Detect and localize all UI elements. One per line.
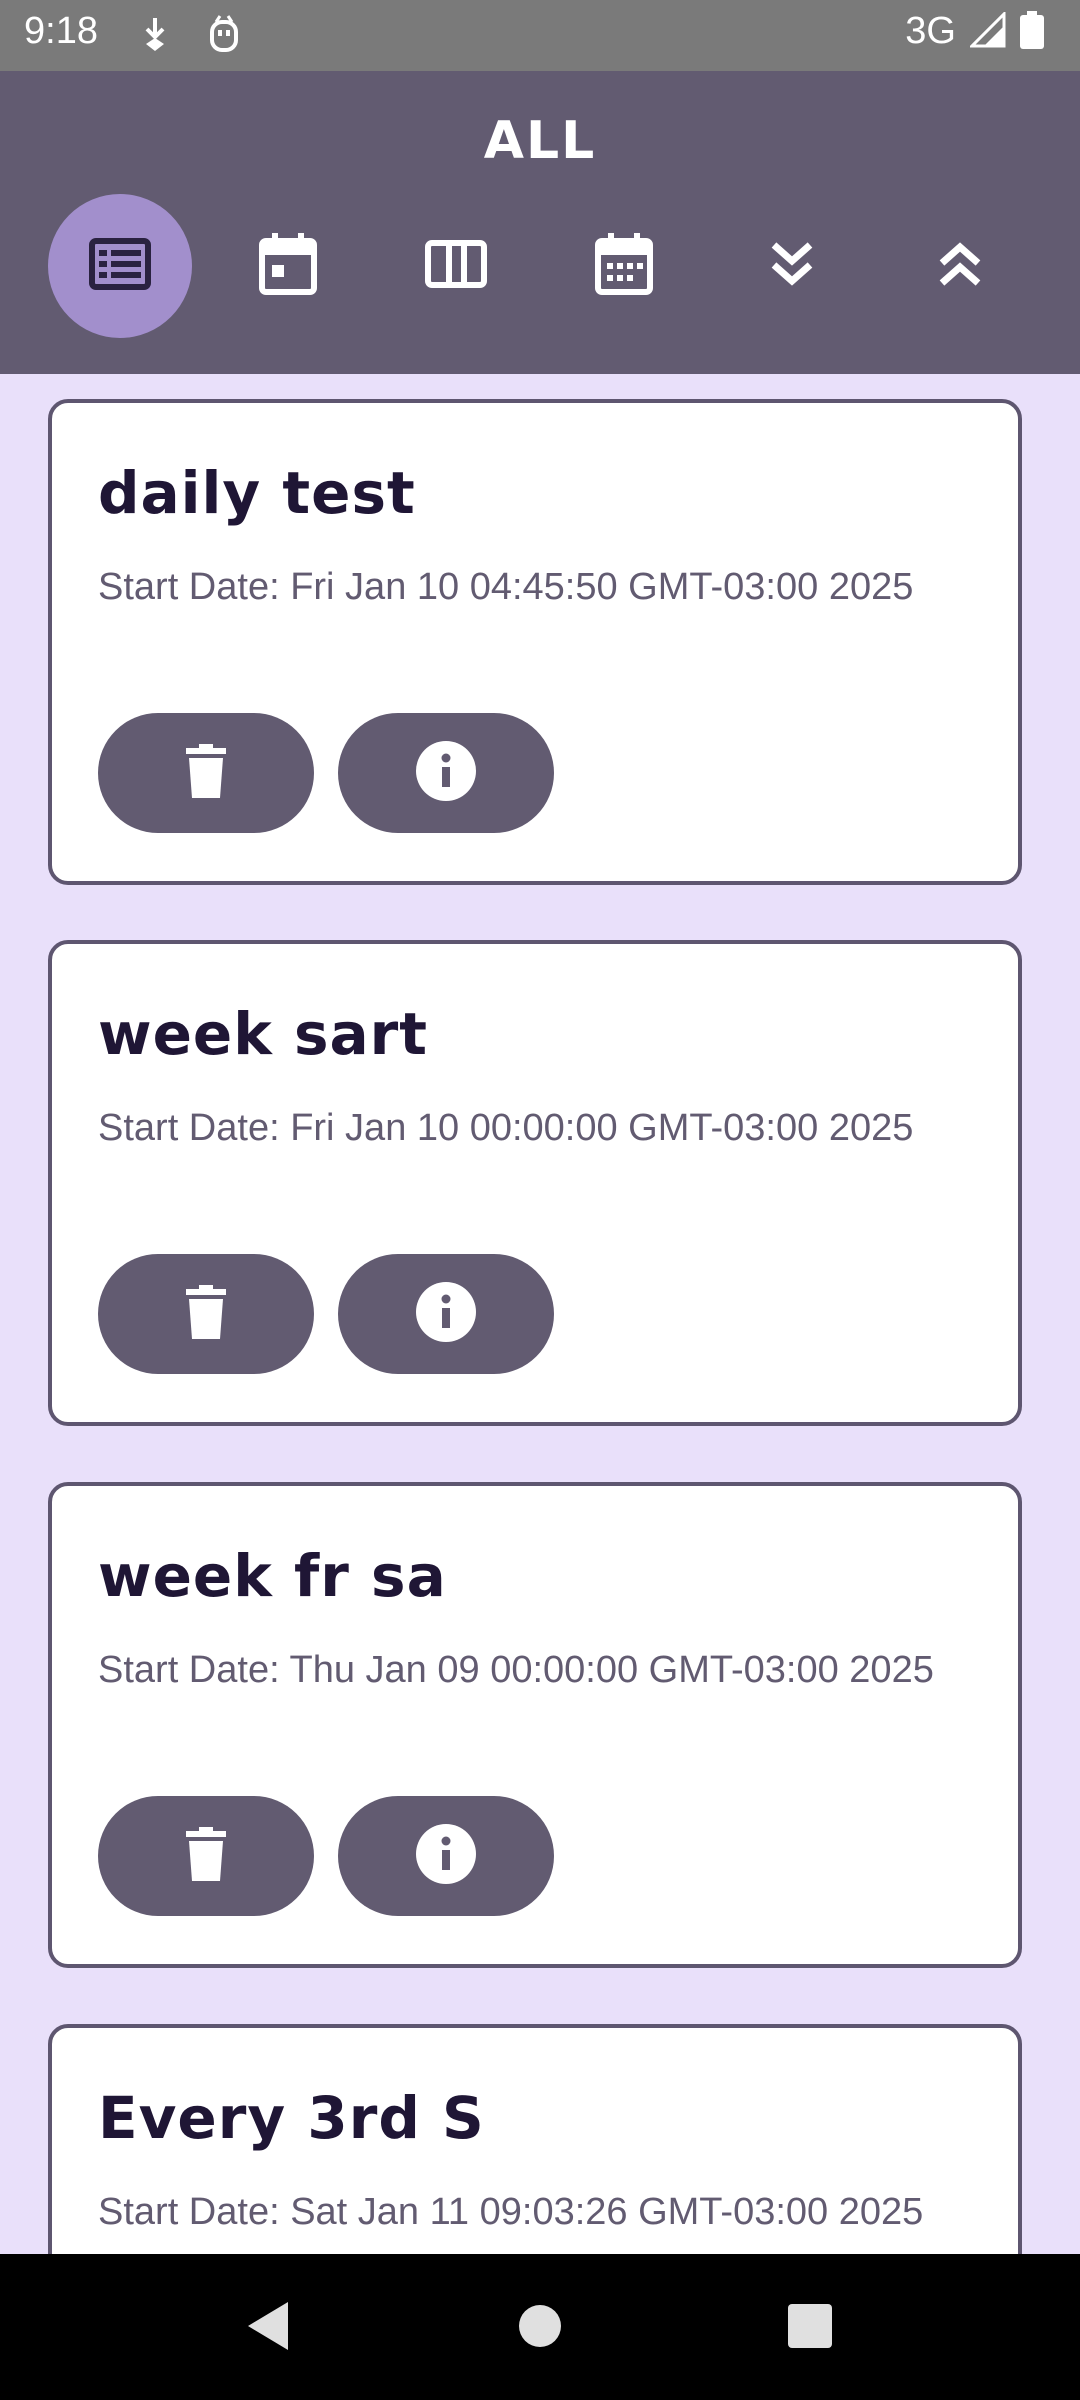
home-icon[interactable]	[518, 2298, 562, 2358]
download-icon	[142, 14, 168, 58]
page-title: ALL	[483, 111, 597, 171]
network-type: 3G	[905, 10, 956, 52]
month-view-button[interactable]	[552, 194, 696, 338]
month-calendar-icon	[595, 233, 653, 299]
week-view-button[interactable]	[384, 194, 528, 338]
info-button[interactable]	[338, 1796, 554, 1916]
item-title: week fr sa	[98, 1542, 447, 1610]
list-item[interactable]: daily test Start Date: Fri Jan 10 04:45:…	[48, 399, 1022, 885]
expand-all-button[interactable]	[720, 194, 864, 338]
info-button[interactable]	[338, 1254, 554, 1374]
expand-all-icon	[770, 241, 814, 291]
list-view-button[interactable]	[48, 194, 192, 338]
list-item[interactable]: Every 3rd S Start Date: Sat Jan 11 09:03…	[48, 2024, 1022, 2254]
recents-icon[interactable]	[786, 2298, 834, 2358]
list-item[interactable]: week sart Start Date: Fri Jan 10 00:00:0…	[48, 940, 1022, 1426]
day-view-button[interactable]	[216, 194, 360, 338]
item-title: daily test	[98, 459, 416, 527]
item-start-date: Start Date: Fri Jan 10 04:45:50 GMT-03:0…	[98, 566, 914, 608]
status-time: 9:18	[24, 10, 98, 52]
item-start-date: Start Date: Sat Jan 11 09:03:26 GMT-03:0…	[98, 2191, 924, 2233]
signal-icon	[968, 9, 1006, 52]
delete-button[interactable]	[98, 1796, 314, 1916]
day-calendar-icon	[259, 233, 317, 299]
list-view-icon	[89, 238, 151, 294]
trash-icon	[186, 744, 226, 802]
delete-button[interactable]	[98, 713, 314, 833]
info-button[interactable]	[338, 713, 554, 833]
info-icon	[416, 1824, 476, 1888]
list-item[interactable]: week fr sa Start Date: Thu Jan 09 00:00:…	[48, 1482, 1022, 1968]
item-start-date: Start Date: Fri Jan 10 00:00:00 GMT-03:0…	[98, 1107, 914, 1149]
item-list[interactable]: daily test Start Date: Fri Jan 10 04:45:…	[0, 374, 1080, 2254]
collapse-all-icon	[938, 241, 982, 291]
app-notification-icon	[208, 14, 240, 60]
collapse-all-button[interactable]	[888, 194, 1032, 338]
delete-button[interactable]	[98, 1254, 314, 1374]
trash-icon	[186, 1827, 226, 1885]
info-icon	[416, 1282, 476, 1346]
back-icon[interactable]	[244, 2298, 292, 2358]
status-bar: 9:18 3G	[0, 0, 1080, 71]
app-header: ALL	[0, 71, 1080, 374]
item-title: week sart	[98, 1000, 429, 1068]
week-columns-icon	[425, 240, 487, 292]
trash-icon	[186, 1285, 226, 1343]
item-start-date: Start Date: Thu Jan 09 00:00:00 GMT-03:0…	[98, 1649, 934, 1691]
item-title: Every 3rd S	[98, 2084, 485, 2152]
info-icon	[416, 741, 476, 805]
system-nav-bar	[0, 2254, 1080, 2400]
battery-icon	[1020, 10, 1044, 53]
